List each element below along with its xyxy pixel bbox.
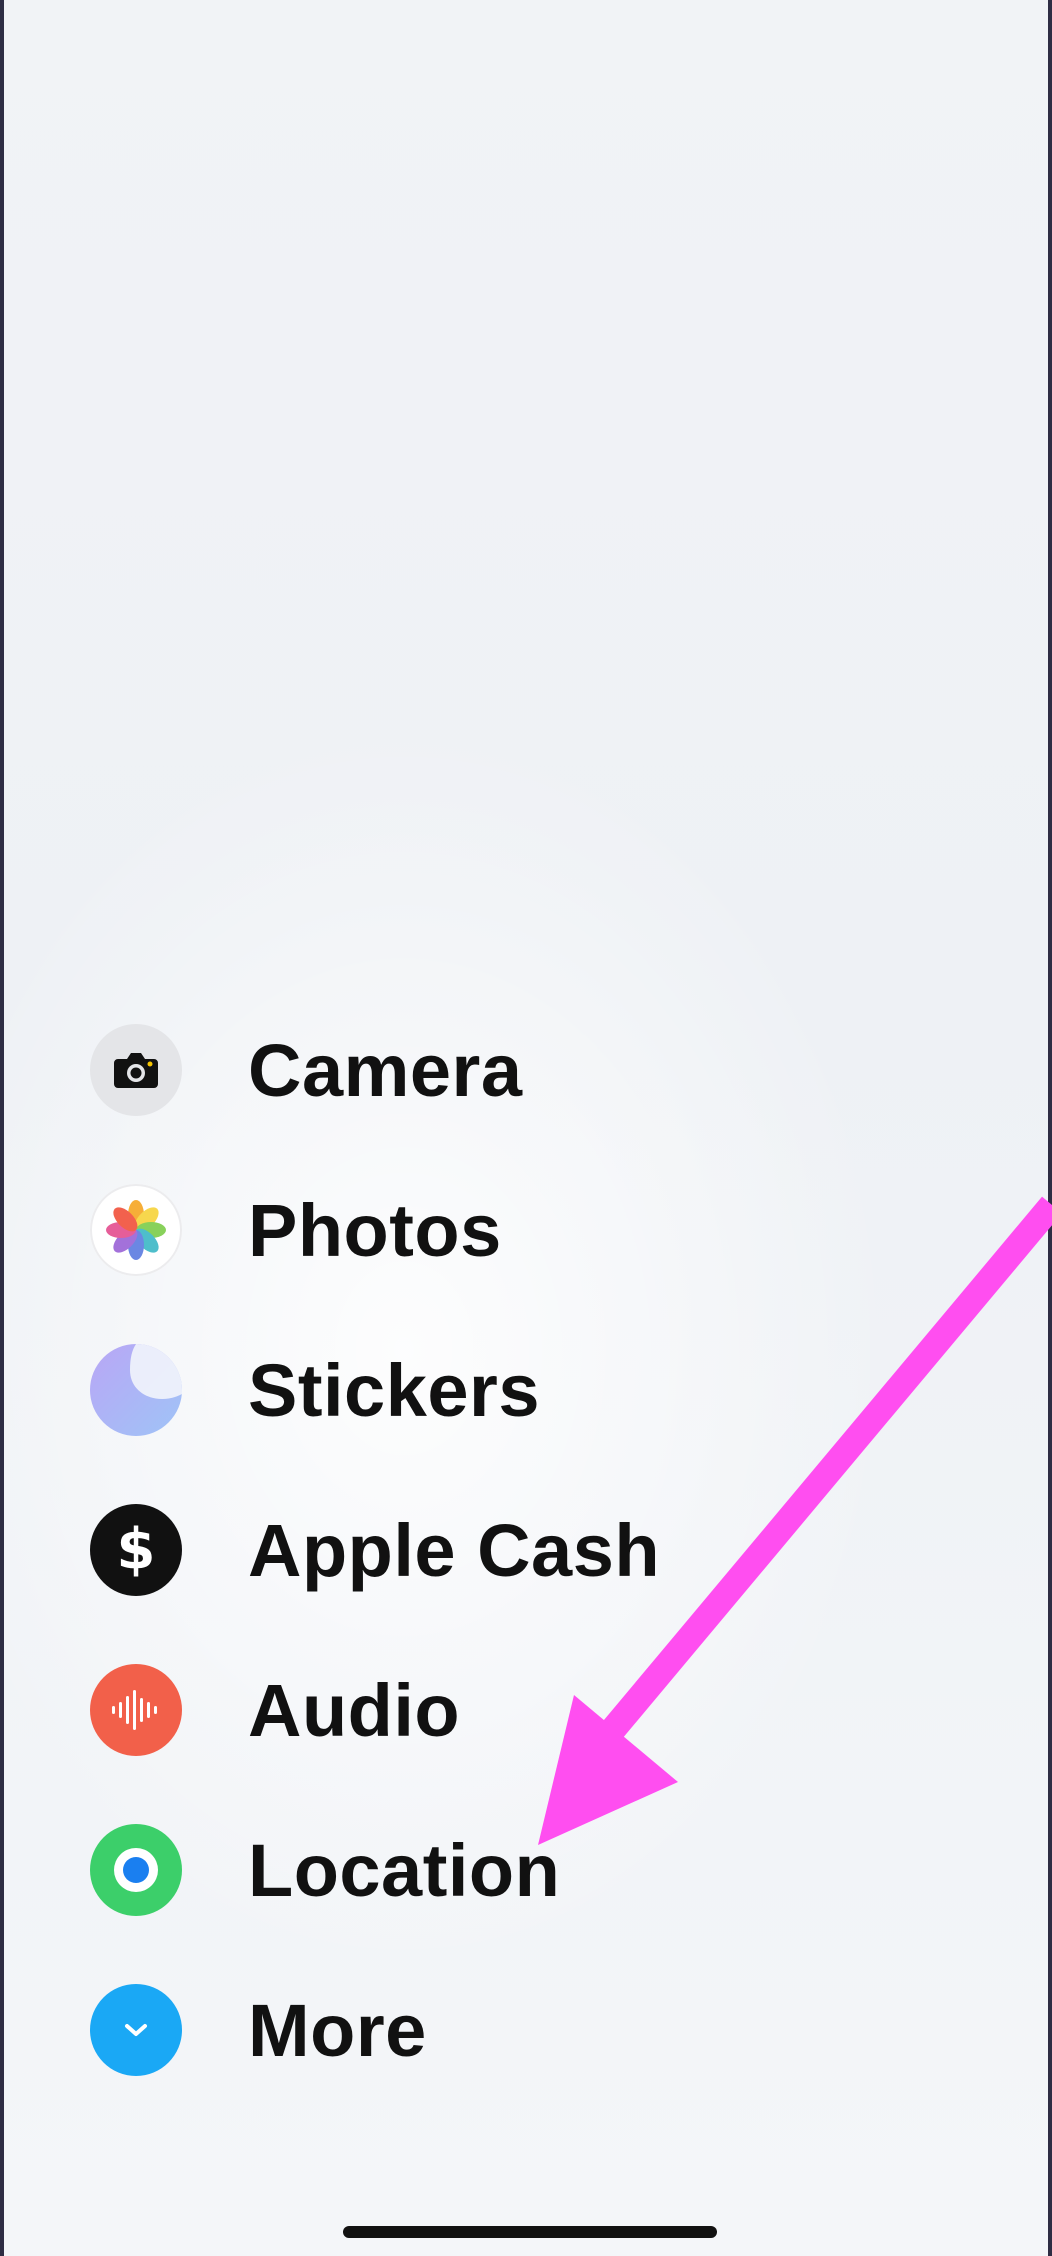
- home-indicator[interactable]: [343, 2226, 717, 2238]
- menu-item-label: Stickers: [248, 1348, 540, 1432]
- menu-item-audio[interactable]: Audio: [4, 1640, 764, 1780]
- menu-item-photos[interactable]: Photos: [4, 1160, 764, 1300]
- photos-icon: [90, 1184, 182, 1276]
- menu-item-apple-cash[interactable]: $ Apple Cash: [4, 1480, 764, 1620]
- waveform-icon: [90, 1664, 182, 1756]
- menu-item-label: More: [248, 1988, 427, 2072]
- menu-item-label: Photos: [248, 1188, 502, 1272]
- menu-item-stickers[interactable]: Stickers: [4, 1320, 764, 1460]
- dollar-sign-icon: $: [90, 1504, 182, 1596]
- menu-item-label: Apple Cash: [248, 1508, 661, 1592]
- menu-item-label: Location: [248, 1828, 561, 1912]
- chevron-down-icon: [90, 1984, 182, 2076]
- menu-item-label: Audio: [248, 1668, 461, 1752]
- menu-item-camera[interactable]: Camera: [4, 1000, 764, 1140]
- messages-apps-screen: Camera Photos Stickers $ Apple Cash Audi…: [4, 0, 1048, 2256]
- device-frame: Camera Photos Stickers $ Apple Cash Audi…: [0, 0, 1052, 2256]
- camera-icon: [90, 1024, 182, 1116]
- menu-item-location[interactable]: Location: [4, 1800, 764, 1940]
- location-icon: [90, 1824, 182, 1916]
- menu-item-more[interactable]: More: [4, 1960, 764, 2100]
- stickers-icon: [90, 1344, 182, 1436]
- menu-item-label: Camera: [248, 1028, 523, 1112]
